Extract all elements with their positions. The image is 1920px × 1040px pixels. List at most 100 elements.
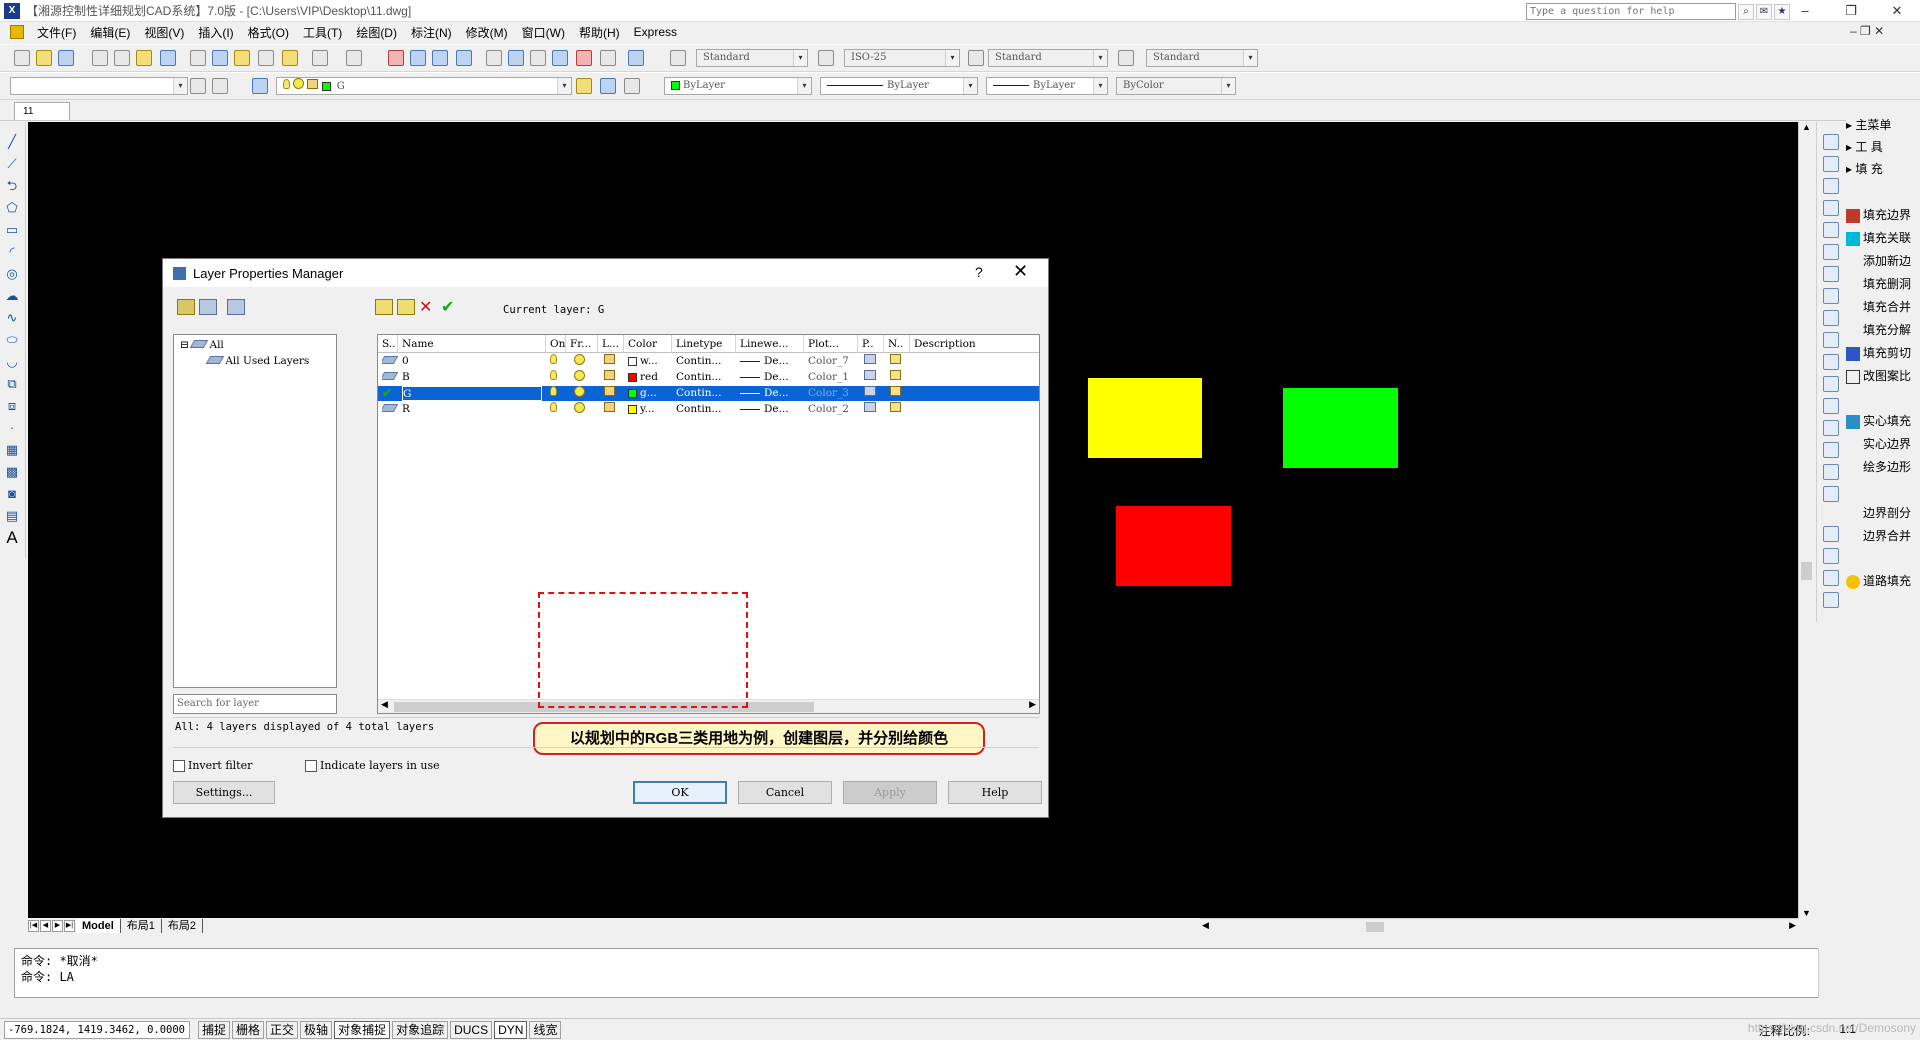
new-layer-icon[interactable]: [375, 299, 393, 315]
lock-toolbar-icon[interactable]: [212, 78, 228, 94]
break-at-point-icon[interactable]: [1823, 376, 1839, 392]
new-vp-freeze-cell[interactable]: [890, 370, 906, 385]
properties-icon[interactable]: [486, 50, 502, 66]
set-current-icon[interactable]: ✔: [441, 297, 459, 316]
scroll-down-icon[interactable]: ▼: [1802, 908, 1811, 918]
publish-icon[interactable]: [136, 50, 152, 66]
status-toggle-button[interactable]: 捕捉: [198, 1020, 231, 1039]
tab-model[interactable]: Model: [76, 919, 121, 933]
layer-row[interactable]: 0 w... Contin... De... Color_7: [378, 354, 1039, 369]
freeze-cell[interactable]: [574, 370, 590, 385]
new-group-filter-icon[interactable]: [199, 299, 217, 315]
red-land-rectangle[interactable]: [1116, 506, 1231, 586]
trim-icon[interactable]: [1823, 332, 1839, 348]
offset-icon[interactable]: [1823, 200, 1839, 216]
circle-icon[interactable]: ◎: [4, 266, 20, 282]
color-cell[interactable]: g...: [628, 386, 670, 401]
command-window[interactable]: 命令: *取消* 命令: LA: [14, 948, 1832, 998]
plot-cell[interactable]: [864, 386, 880, 401]
freeze-cell[interactable]: [574, 402, 590, 417]
menu-format[interactable]: 格式(O): [241, 24, 296, 41]
first-tab-icon[interactable]: |◀: [28, 920, 39, 932]
scale-icon[interactable]: [1823, 288, 1839, 304]
linetype-cell[interactable]: Contin...: [676, 402, 734, 417]
linetype-select[interactable]: ByLayer ▾: [820, 77, 978, 95]
menu-tools[interactable]: 工具(T): [296, 24, 349, 41]
layer-select[interactable]: G ▾: [276, 77, 572, 95]
menu-delete-hole[interactable]: 填充删洞: [1846, 275, 1920, 295]
tool-palettes-icon[interactable]: [530, 50, 546, 66]
help-button[interactable]: Help: [948, 781, 1042, 804]
menu-solid-fill[interactable]: 实心填充: [1846, 412, 1920, 432]
rotate-icon[interactable]: [1823, 266, 1839, 282]
color-cell[interactable]: y...: [628, 402, 670, 417]
menu-hatch-merge[interactable]: 填充合并: [1846, 298, 1920, 318]
move-icon[interactable]: [1823, 244, 1839, 260]
text-style-select[interactable]: Standard ▾: [696, 49, 808, 67]
communication-center-icon[interactable]: ✉: [1756, 3, 1772, 20]
prev-tab-icon[interactable]: ◀: [40, 920, 51, 932]
region-icon[interactable]: ◙: [4, 486, 20, 502]
copy-object-icon[interactable]: [1823, 156, 1839, 172]
insert-block-icon[interactable]: ⧉: [4, 376, 20, 392]
ellipse-icon[interactable]: ⬭: [4, 332, 20, 348]
pan-icon[interactable]: [388, 50, 404, 66]
status-toggle-button[interactable]: 极轴: [300, 1020, 333, 1039]
document-icon[interactable]: [10, 25, 24, 39]
close-window-button[interactable]: ✕: [1874, 0, 1920, 22]
column-linetype[interactable]: Linetype: [672, 335, 736, 353]
plotstyle-select[interactable]: ByColor ▾: [1116, 77, 1236, 95]
mleader-style-icon[interactable]: [1118, 50, 1134, 66]
description-cell[interactable]: [914, 402, 1034, 417]
polyline-icon[interactable]: ⮌: [4, 178, 20, 194]
layer-name-cell[interactable]: G: [402, 386, 542, 401]
paste-icon[interactable]: [234, 50, 250, 66]
zoom-window-icon[interactable]: [432, 50, 448, 66]
status-toggle-button[interactable]: DUCS: [450, 1020, 493, 1039]
column-plot-style[interactable]: Plot...: [804, 335, 858, 353]
on-cell[interactable]: [550, 402, 564, 417]
revision-cloud-icon[interactable]: ☁: [4, 288, 20, 304]
layer-states-icon[interactable]: [624, 78, 640, 94]
layer-states-manager-icon[interactable]: [227, 299, 245, 315]
new-layer-vp-frozen-icon[interactable]: [397, 299, 415, 315]
freeze-cell[interactable]: [574, 386, 590, 401]
workspace-settings-icon[interactable]: [190, 78, 206, 94]
canvas-horizontal-scrollbar[interactable]: ◀ ▶: [1200, 918, 1798, 934]
layer-row[interactable]: ✔ Gg... Contin... De... Color_3: [378, 386, 1039, 401]
menu-hatch-explode[interactable]: 填充分解: [1846, 321, 1920, 341]
scroll-right-icon[interactable]: ▶: [1789, 920, 1796, 931]
menu-hatch-trim[interactable]: 填充剪切: [1846, 344, 1920, 364]
color-select[interactable]: ByLayer ▾: [664, 77, 812, 95]
tree-node-all[interactable]: ⊟ All: [180, 339, 224, 351]
lock-cell[interactable]: [604, 386, 618, 401]
command-scrollbar[interactable]: [1818, 948, 1832, 998]
hatch-header[interactable]: ▸ 填 充: [1846, 160, 1920, 180]
rectangle-icon[interactable]: ▭: [4, 222, 20, 238]
hatch-icon[interactable]: ▦: [4, 442, 20, 458]
fillet-icon[interactable]: [1823, 464, 1839, 480]
menu-draw-polygon[interactable]: 绘多边形: [1846, 458, 1920, 478]
filter-tree[interactable]: ⊟ All All Used Layers: [173, 334, 337, 688]
menu-modify[interactable]: 修改(M): [459, 24, 515, 41]
menu-draw[interactable]: 绘图(D): [349, 24, 404, 41]
spline-icon[interactable]: ∿: [4, 310, 20, 326]
status-toggle-button[interactable]: DYN: [494, 1020, 528, 1039]
layer-name-cell[interactable]: 0: [402, 354, 542, 369]
tab-layout2[interactable]: 布局2: [162, 919, 204, 933]
gradient-icon[interactable]: ▩: [4, 464, 20, 480]
status-toggle-button[interactable]: 栅格: [232, 1020, 265, 1039]
table-style-select[interactable]: Standard ▾: [988, 49, 1108, 67]
menu-boundary-merge[interactable]: 边界合并: [1846, 527, 1920, 547]
description-cell[interactable]: [914, 354, 1034, 369]
make-current-icon[interactable]: [576, 78, 592, 94]
scroll-left-icon[interactable]: ◀: [381, 700, 388, 710]
explode-icon[interactable]: [1823, 486, 1839, 502]
lock-cell[interactable]: [604, 402, 618, 417]
bring-to-front-icon[interactable]: [1823, 548, 1839, 564]
mirror-icon[interactable]: [1823, 178, 1839, 194]
scroll-thumb[interactable]: [1366, 922, 1384, 932]
menu-dimension[interactable]: 标注(N): [404, 24, 459, 41]
document-tab[interactable]: 11: [14, 102, 70, 120]
column-lineweight[interactable]: Linewe...: [736, 335, 804, 353]
